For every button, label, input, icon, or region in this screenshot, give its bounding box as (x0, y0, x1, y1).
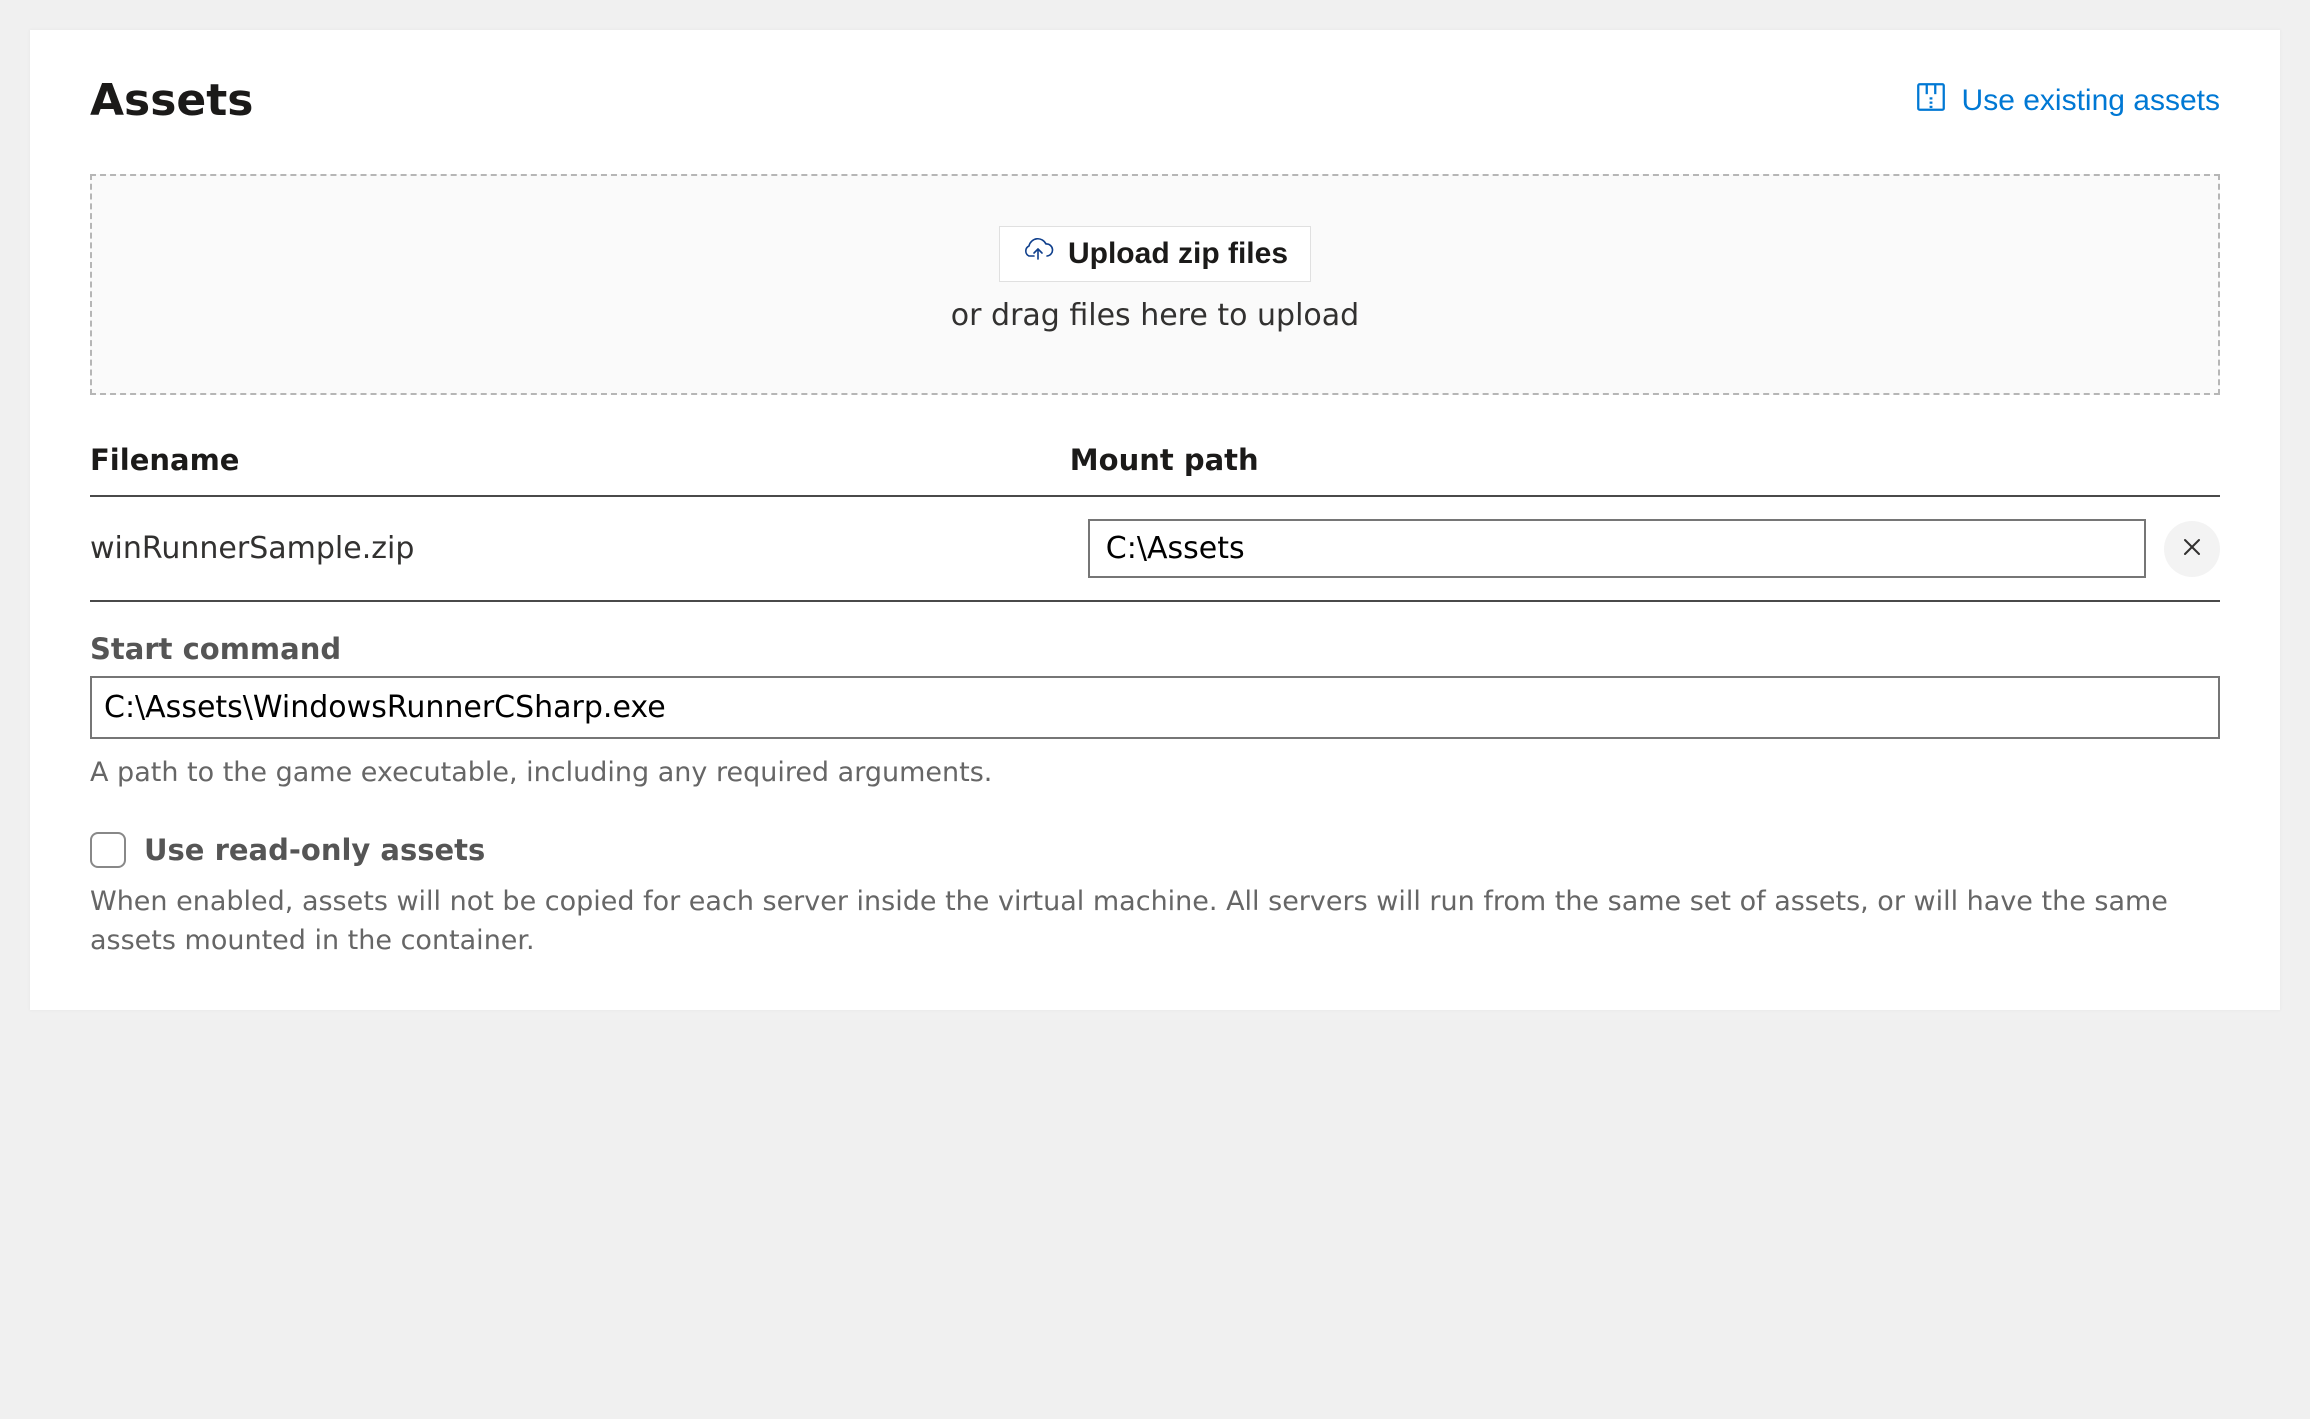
read-only-checkbox[interactable] (90, 832, 126, 868)
asset-row: winRunnerSample.zip (90, 497, 2220, 602)
col-mount-header: Mount path (1070, 443, 2220, 477)
read-only-label: Use read-only assets (144, 833, 485, 867)
archive-icon (1914, 80, 1948, 122)
upload-zip-button[interactable]: Upload zip files (999, 226, 1311, 282)
assets-header: Assets Use existing assets (90, 75, 2220, 126)
use-existing-assets-label: Use existing assets (1962, 84, 2220, 118)
start-command-input[interactable] (90, 676, 2220, 739)
start-command-label: Start command (90, 632, 2220, 666)
start-command-help: A path to the game executable, including… (90, 753, 2220, 792)
assets-card: Assets Use existing assets (30, 30, 2280, 1010)
mount-path-input[interactable] (1088, 519, 2146, 578)
dropzone-hint: or drag files here to upload (951, 298, 1359, 333)
asset-filename: winRunnerSample.zip (90, 531, 1070, 566)
delete-asset-button[interactable] (2164, 521, 2220, 577)
upload-zip-label: Upload zip files (1068, 237, 1288, 271)
use-existing-assets-button[interactable]: Use existing assets (1914, 80, 2220, 122)
section-title: Assets (90, 75, 254, 126)
read-only-row: Use read-only assets (90, 832, 2220, 868)
read-only-help: When enabled, assets will not be copied … (90, 882, 2220, 960)
close-icon (2180, 535, 2204, 562)
col-filename-header: Filename (90, 443, 1070, 477)
upload-dropzone[interactable]: Upload zip files or drag files here to u… (90, 174, 2220, 395)
asset-table-header: Filename Mount path (90, 415, 2220, 497)
cloud-upload-icon (1022, 237, 1054, 271)
